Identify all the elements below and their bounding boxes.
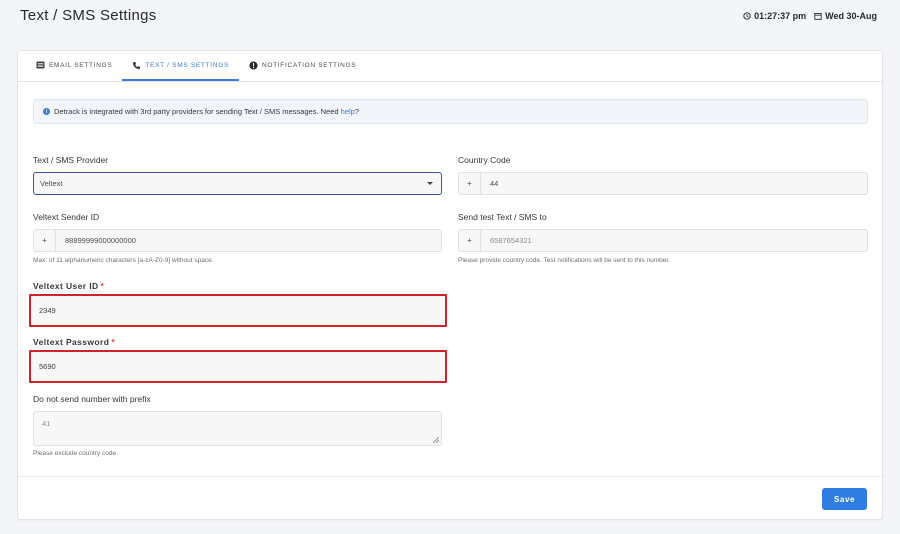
date-text: Wed 30-Aug xyxy=(825,11,877,21)
tab-label: EMAIL SETTINGS xyxy=(49,61,113,69)
user-id-label-text: Veltext User ID xyxy=(33,281,99,291)
datetime-display: 01:27:37 pm Wed 30-Aug xyxy=(743,11,877,21)
tab-label: TEXT / SMS SETTINGS xyxy=(145,61,229,69)
provider-value: Veltext xyxy=(40,179,63,188)
country-code-value: 44 xyxy=(490,179,499,188)
required-marker: * xyxy=(100,281,105,291)
clock-display: 01:27:37 pm xyxy=(743,11,806,21)
user-id-value: 2349 xyxy=(39,306,56,315)
info-text-end: ? xyxy=(354,107,360,116)
country-code-field[interactable]: + 44 xyxy=(458,172,868,195)
time-text: 01:27:37 pm xyxy=(754,11,807,21)
sender-id-value: 88899999000000000 xyxy=(65,236,136,245)
password-label-text: Veltext Password xyxy=(33,337,110,347)
user-id-field[interactable]: 2349 xyxy=(29,294,447,327)
tab-text-sms-settings[interactable]: TEXT / SMS SETTINGS xyxy=(122,51,239,81)
prefix-exclude-textarea[interactable]: 41 xyxy=(33,411,442,446)
page-title: Text / SMS Settings xyxy=(20,7,157,24)
test-sms-prefix: + xyxy=(459,230,481,251)
clock-icon xyxy=(743,12,751,20)
sender-id-help: Max. of 11 alphanumeric characters [a-zA… xyxy=(33,257,214,264)
list-icon xyxy=(36,61,45,69)
sender-id-label: Veltext Sender ID xyxy=(33,212,100,222)
password-field[interactable]: 5690 xyxy=(29,350,447,383)
info-text-main: Detrack is integrated with 3rd party pro… xyxy=(54,107,341,116)
info-icon: i xyxy=(43,108,50,115)
sender-id-prefix: + xyxy=(34,230,56,251)
required-marker: * xyxy=(111,337,116,347)
save-button[interactable]: Save xyxy=(822,488,867,510)
help-link[interactable]: help xyxy=(341,107,355,116)
info-text: Detrack is integrated with 3rd party pro… xyxy=(54,107,359,116)
phone-icon xyxy=(132,61,141,70)
tab-email-settings[interactable]: EMAIL SETTINGS xyxy=(26,51,122,81)
test-sms-field[interactable]: + 6587654321 xyxy=(458,229,868,252)
resize-handle-icon[interactable] xyxy=(433,437,439,443)
alert-icon xyxy=(249,60,258,70)
prefix-exclude-placeholder: 41 xyxy=(42,419,51,428)
prefix-exclude-label: Do not send number with prefix xyxy=(33,394,151,404)
caret-down-icon xyxy=(427,182,433,185)
password-label: Veltext Password * xyxy=(33,337,115,347)
settings-card: EMAIL SETTINGS TEXT / SMS SETTINGS NOTIF… xyxy=(17,50,883,520)
settings-tabs: EMAIL SETTINGS TEXT / SMS SETTINGS NOTIF… xyxy=(18,51,882,82)
country-code-prefix: + xyxy=(459,173,481,194)
password-value: 5690 xyxy=(39,362,56,371)
provider-select[interactable]: Veltext xyxy=(33,172,442,195)
country-code-label: Country Code xyxy=(458,155,511,165)
tab-notification-settings[interactable]: NOTIFICATION SETTINGS xyxy=(239,51,366,81)
date-display: Wed 30-Aug xyxy=(814,11,877,21)
info-banner: i Detrack is integrated with 3rd party p… xyxy=(33,99,868,124)
tab-label: NOTIFICATION SETTINGS xyxy=(261,61,357,69)
prefix-exclude-help: Please exclude country code. xyxy=(33,450,118,457)
user-id-label: Veltext User ID * xyxy=(33,281,104,291)
calendar-icon xyxy=(814,12,822,20)
provider-label: Text / SMS Provider xyxy=(33,155,109,165)
test-sms-help: Please provide country code. Test notifi… xyxy=(458,257,670,264)
test-sms-label: Send test Text / SMS to xyxy=(458,212,547,222)
sender-id-field[interactable]: + 88899999000000000 xyxy=(33,229,442,252)
test-sms-placeholder: 6587654321 xyxy=(490,236,532,245)
footer-divider xyxy=(18,476,882,477)
